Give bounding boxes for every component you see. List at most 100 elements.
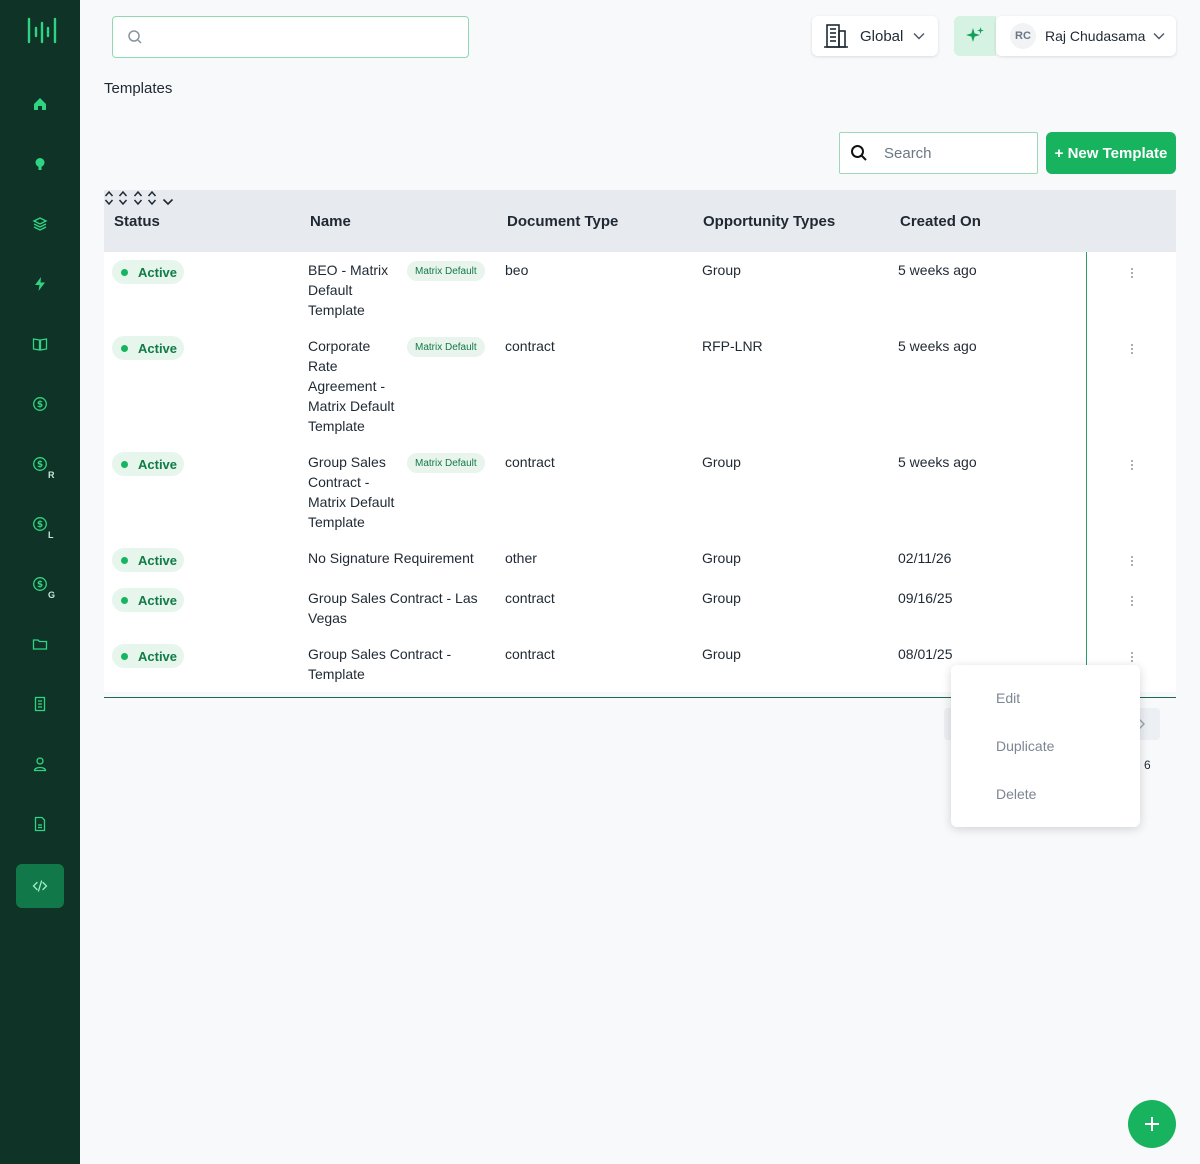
menu-item-delete[interactable]: Delete bbox=[996, 786, 1036, 802]
row-actions-icon[interactable] bbox=[1130, 652, 1134, 664]
column-header-document-type[interactable]: Document Type bbox=[507, 190, 618, 252]
template-name[interactable]: Corporate Rate Agreement - Matrix Default Te… bbox=[308, 336, 403, 436]
nav-revenue-g[interactable]: $ G bbox=[16, 562, 64, 606]
menu-item-duplicate[interactable]: Duplicate bbox=[996, 738, 1054, 754]
document-type: other bbox=[505, 550, 537, 566]
sort-icon[interactable] bbox=[104, 190, 114, 206]
svg-text:$: $ bbox=[37, 400, 43, 410]
row-actions-icon[interactable] bbox=[1130, 556, 1134, 568]
opportunity-type: RFP-LNR bbox=[702, 338, 763, 354]
row-actions-icon[interactable] bbox=[1130, 596, 1134, 608]
column-label: Created On bbox=[900, 212, 981, 230]
created-on: 02/11/26 bbox=[898, 550, 952, 566]
column-header-status[interactable]: Status bbox=[114, 190, 160, 252]
opportunity-type: Group bbox=[702, 550, 741, 566]
created-on: 09/16/25 bbox=[898, 590, 953, 606]
column-label: Name bbox=[310, 212, 351, 230]
nav-revenue[interactable]: $ bbox=[16, 382, 64, 426]
dollar-icon: $ bbox=[33, 457, 47, 471]
column-header-opportunity-types[interactable]: Opportunity Types bbox=[703, 190, 835, 252]
user-menu[interactable]: RC Raj Chudasama bbox=[996, 16, 1176, 56]
nav-revenue-l[interactable]: $ L bbox=[16, 502, 64, 546]
created-on: 5 weeks ago bbox=[898, 262, 977, 278]
nav-layers[interactable] bbox=[16, 202, 64, 246]
document-type: contract bbox=[505, 454, 555, 470]
template-search[interactable] bbox=[839, 132, 1038, 174]
chevron-down-icon bbox=[1153, 33, 1165, 40]
status-badge: Active bbox=[112, 548, 184, 572]
ai-assistant-button[interactable] bbox=[954, 16, 996, 56]
global-search-input[interactable] bbox=[112, 16, 469, 58]
scope-label: Global bbox=[860, 27, 904, 45]
nav-templates[interactable] bbox=[16, 864, 64, 908]
row-actions-icon[interactable] bbox=[1130, 344, 1134, 356]
status-badge: Active bbox=[112, 452, 184, 476]
home-icon bbox=[34, 98, 46, 110]
row-actions-icon[interactable] bbox=[1130, 268, 1134, 280]
column-divider bbox=[1086, 252, 1087, 666]
document-type: contract bbox=[505, 590, 555, 606]
menu-item-edit[interactable]: Edit bbox=[996, 690, 1020, 706]
nav-users[interactable] bbox=[16, 742, 64, 786]
nav-library[interactable] bbox=[16, 322, 64, 366]
building-icon bbox=[34, 696, 46, 712]
page-title: Templates bbox=[104, 80, 173, 97]
created-on: 5 weeks ago bbox=[898, 454, 977, 470]
nav-sub-label: L bbox=[48, 530, 54, 540]
template-name[interactable]: Group Sales Contract - Matrix Default Templ… bbox=[308, 452, 403, 532]
sort-desc-icon[interactable] bbox=[162, 198, 174, 206]
chevron-down-icon bbox=[913, 33, 925, 40]
nav-insights[interactable] bbox=[16, 142, 64, 186]
opportunity-type: Group bbox=[702, 646, 741, 662]
column-label: Document Type bbox=[507, 212, 619, 230]
dollar-icon: $ bbox=[33, 517, 47, 531]
opportunity-type: Group bbox=[702, 262, 741, 278]
templates-table: Status Name Document Type Opportunity Ty… bbox=[104, 190, 1176, 698]
floating-add-button[interactable] bbox=[1128, 1100, 1176, 1148]
folder-icon bbox=[32, 639, 48, 650]
book-icon bbox=[32, 338, 48, 351]
template-name[interactable]: No Signature Requirement bbox=[308, 548, 474, 568]
document-type: contract bbox=[505, 338, 555, 354]
table-body: Active BEO - Matrix Default Template Matri… bbox=[104, 252, 1176, 698]
nav-files[interactable] bbox=[16, 622, 64, 666]
template-name[interactable]: Group Sales Contract - Las Vegas bbox=[308, 588, 478, 628]
created-on: 08/01/25 bbox=[898, 646, 953, 662]
code-icon bbox=[32, 880, 48, 892]
document-type: beo bbox=[505, 262, 529, 278]
new-template-button[interactable]: + New Template bbox=[1046, 132, 1176, 174]
column-header-name[interactable]: Name bbox=[310, 190, 351, 252]
opportunity-type: Group bbox=[702, 454, 741, 470]
nav-revenue-r[interactable]: $ R bbox=[16, 442, 64, 486]
nav-home[interactable] bbox=[16, 82, 64, 126]
template-name[interactable]: Group Sales Contract - Template bbox=[308, 644, 451, 684]
sidebar: $ $ R $ L $ G bbox=[0, 0, 80, 1164]
logo-icon bbox=[27, 17, 57, 44]
template-name[interactable]: BEO - Matrix Default Template bbox=[308, 260, 403, 320]
template-search-input[interactable] bbox=[884, 144, 1024, 162]
user-name: Raj Chudasama bbox=[1045, 28, 1146, 44]
svg-text:$: $ bbox=[37, 520, 43, 530]
nav-sub-label: R bbox=[48, 470, 55, 480]
nav-documents[interactable] bbox=[16, 802, 64, 846]
column-label: Status bbox=[114, 212, 160, 230]
nav-automation[interactable] bbox=[16, 262, 64, 306]
matrix-default-badge: Matrix Default bbox=[407, 261, 485, 281]
search-icon bbox=[128, 30, 142, 44]
status-badge: Active bbox=[112, 588, 184, 612]
avatar: RC bbox=[1010, 23, 1036, 49]
row-actions-menu: Edit Duplicate Delete bbox=[951, 665, 1140, 827]
column-header-created-on[interactable]: Created On bbox=[900, 190, 981, 252]
building-icon bbox=[824, 24, 848, 48]
matrix-default-badge: Matrix Default bbox=[407, 337, 485, 357]
matrix-default-badge: Matrix Default bbox=[407, 453, 485, 473]
svg-text:$: $ bbox=[37, 460, 43, 470]
status-badge: Active bbox=[112, 644, 184, 668]
status-badge: Active bbox=[112, 336, 184, 360]
nav-properties[interactable] bbox=[16, 682, 64, 726]
sparkle-icon bbox=[966, 27, 984, 42]
plus-icon bbox=[1145, 1117, 1159, 1131]
row-actions-icon[interactable] bbox=[1130, 460, 1134, 472]
lightbulb-icon bbox=[35, 158, 45, 170]
scope-selector[interactable]: Global bbox=[812, 16, 938, 56]
